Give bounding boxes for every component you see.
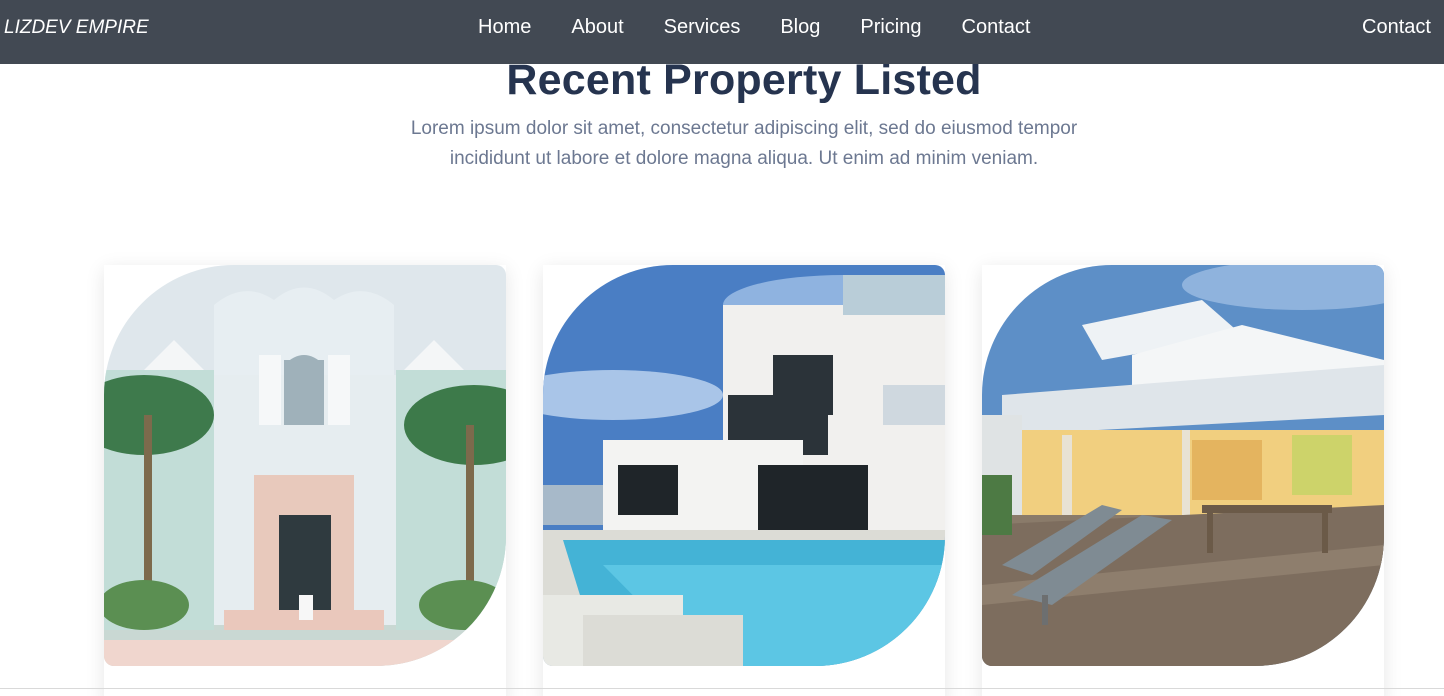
nav-link-services[interactable]: Services	[664, 15, 741, 39]
nav-link-blog[interactable]: Blog	[780, 15, 820, 39]
deck-lounge-image	[982, 265, 1384, 666]
nav-link-home[interactable]: Home	[478, 15, 531, 39]
section-description: Lorem ipsum dolor sit amet, consectetur …	[410, 118, 1078, 169]
property-card[interactable]	[543, 265, 945, 696]
navbar: LIZDEV EMPIRE Home About Services Blog P…	[0, 0, 1444, 64]
property-card[interactable]	[982, 265, 1384, 696]
property-image[interactable]	[104, 265, 506, 666]
divider	[0, 688, 1444, 689]
modern-villa-image	[543, 265, 945, 666]
property-image[interactable]	[982, 265, 1384, 666]
nav-link-contact[interactable]: Contact	[962, 15, 1031, 39]
nav-links: Home About Services Blog Pricing Contact	[478, 15, 1070, 39]
nav-link-about[interactable]: About	[571, 15, 623, 39]
property-image[interactable]	[543, 265, 945, 666]
nav-link-pricing[interactable]: Pricing	[860, 15, 921, 39]
pastel-house-image	[104, 265, 506, 666]
brand-logo[interactable]: LIZDEV EMPIRE	[4, 17, 149, 39]
property-card[interactable]	[104, 265, 506, 696]
nav-contact-button[interactable]: Contact	[1362, 15, 1431, 39]
